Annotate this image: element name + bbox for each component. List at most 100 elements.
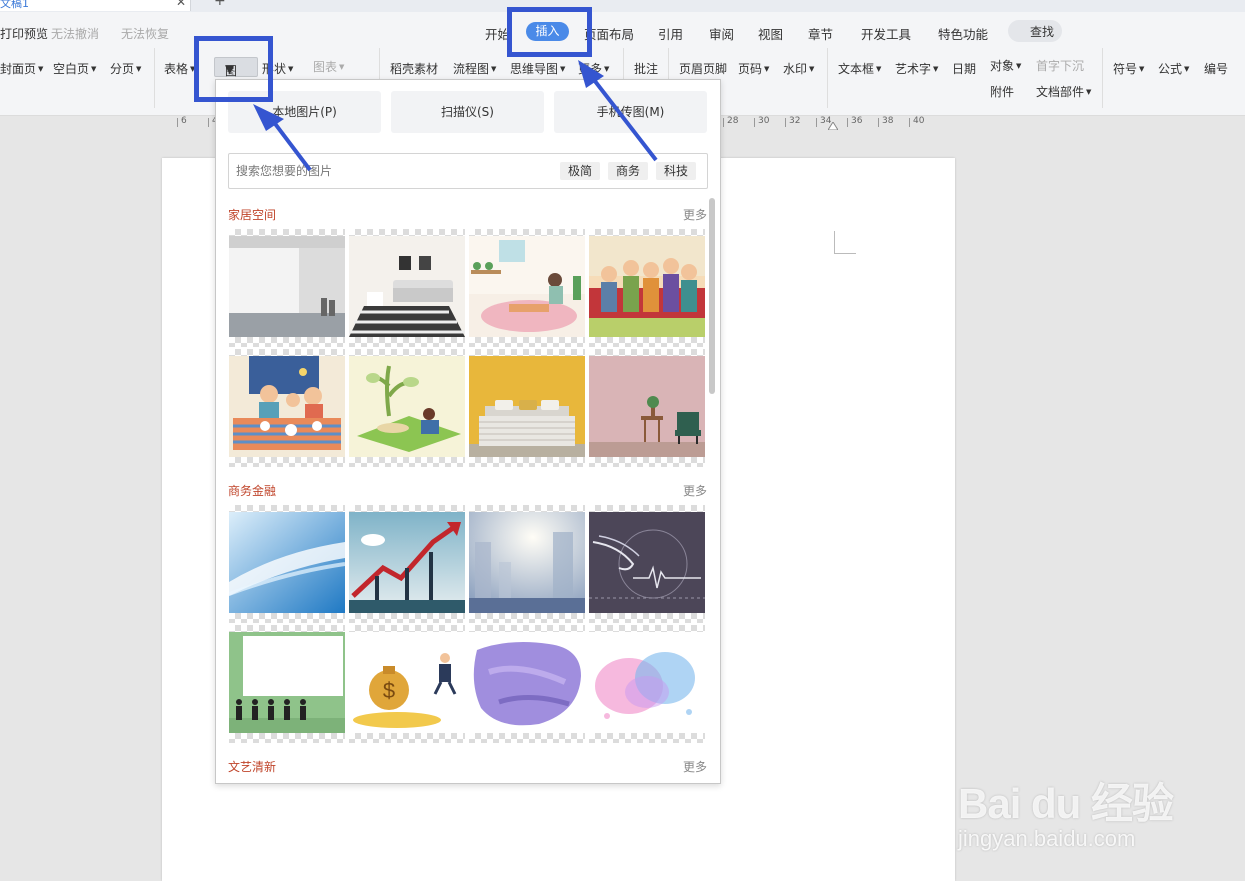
more-button[interactable]: 更多 ▼: [578, 60, 609, 77]
room-image: [349, 356, 465, 457]
indent-marker-icon[interactable]: [828, 122, 838, 130]
wordart-button[interactable]: 艺术字 ▼: [895, 60, 938, 77]
thumb-cartoon-family-dinner[interactable]: [229, 349, 345, 467]
mindmap-label: 思维导图: [510, 62, 559, 76]
section-more-link[interactable]: 更多: [683, 758, 707, 775]
thumb-meeting-board-silhouettes[interactable]: [229, 625, 345, 743]
thumb-blue-light-wave[interactable]: [229, 505, 345, 623]
business-image: [589, 632, 705, 733]
object-button[interactable]: 对象 ▼: [990, 57, 1021, 74]
chip-minimal[interactable]: 极简: [560, 162, 601, 180]
search-command-button[interactable]: 查找: [1008, 20, 1062, 42]
thumb-cartoon-reading-room[interactable]: [469, 229, 585, 347]
insert-tab-highlight: [507, 7, 592, 57]
page-number-label: 页码: [738, 62, 763, 76]
thumb-pink-wall-chair[interactable]: [589, 349, 705, 467]
ribbon-divider: [827, 48, 828, 108]
textbox-label: 文本框: [838, 62, 875, 76]
picture-search-box: 极简 商务 科技: [228, 153, 708, 189]
business-image: [469, 512, 585, 613]
attachment-button[interactable]: 附件: [990, 83, 1014, 100]
chevron-down-icon: ▼: [876, 65, 882, 73]
cover-page-button[interactable]: 封面页 ▼: [0, 60, 43, 77]
print-preview-button[interactable]: 打印预览: [0, 25, 48, 42]
blank-page-label: 空白页: [53, 62, 90, 76]
margin-corner-mark: [834, 253, 856, 254]
chip-business[interactable]: 商务: [608, 162, 649, 180]
chevron-down-icon: ▼: [288, 65, 294, 73]
tab-review[interactable]: 审阅: [709, 24, 734, 43]
business-image: [349, 512, 465, 613]
textbox-button[interactable]: 文本框 ▼: [838, 60, 881, 77]
picture-search-input[interactable]: [236, 162, 546, 180]
object-label: 对象: [990, 59, 1015, 73]
svg-text:$: $: [383, 678, 395, 703]
business-image: [229, 512, 345, 613]
ruler-mark: 38: [882, 116, 894, 126]
date-button[interactable]: 日期: [952, 60, 976, 77]
room-image: [589, 236, 705, 337]
thumb-empty-white-room[interactable]: [229, 229, 345, 347]
thumb-money-bag-businessman[interactable]: $: [349, 625, 465, 743]
thumb-purple-watercolor[interactable]: [469, 625, 585, 743]
tab-view[interactable]: 视图: [758, 24, 783, 43]
thumb-yellow-wall-bedroom[interactable]: [469, 349, 585, 467]
symbol-button[interactable]: 符号 ▼: [1113, 60, 1144, 77]
thumb-living-room-sofa[interactable]: [349, 229, 465, 347]
section-title-home-space: 家居空间: [228, 208, 277, 222]
document-tab-label: 文稿1: [0, 0, 29, 10]
chart-label: 图表: [313, 60, 338, 74]
thumb-cartoon-picnic-reading[interactable]: [349, 349, 465, 467]
chip-technology[interactable]: 科技: [656, 162, 697, 180]
chevron-down-icon: ▼: [604, 65, 610, 73]
flowchart-label: 流程图: [453, 62, 490, 76]
section-more-link[interactable]: 更多: [683, 206, 707, 223]
numbering-button[interactable]: 编号: [1204, 60, 1228, 77]
section-more-link[interactable]: 更多: [683, 482, 707, 499]
thumb-cartoon-family-portrait[interactable]: [589, 229, 705, 347]
phone-transfer-button[interactable]: 手机传图(M): [554, 91, 707, 133]
redo-button[interactable]: 无法恢复: [121, 25, 169, 42]
formula-button[interactable]: 公式 ▼: [1158, 60, 1189, 77]
thumb-growth-arrow-chart[interactable]: [349, 505, 465, 623]
picture-button-highlight: [194, 36, 273, 102]
watermark-button[interactable]: 水印 ▼: [783, 60, 814, 77]
chevron-down-icon: ▼: [1016, 62, 1022, 70]
panel-scrollbar-thumb[interactable]: [709, 198, 715, 394]
chart-button[interactable]: 图表 ▼: [313, 58, 344, 75]
ruler-mark: 32: [789, 116, 801, 126]
blank-page-button[interactable]: 空白页 ▼: [53, 60, 96, 77]
chevron-down-icon: ▼: [339, 63, 345, 71]
chevron-down-icon: ▼: [764, 65, 770, 73]
flowchart-button[interactable]: 流程图 ▼: [453, 60, 496, 77]
undo-button[interactable]: 无法撤消: [51, 25, 99, 42]
page-break-label: 分页: [110, 62, 135, 76]
thumb-pink-blue-watercolor[interactable]: [589, 625, 705, 743]
chevron-down-icon: ▼: [38, 65, 44, 73]
close-tab-icon[interactable]: ✕: [176, 0, 186, 9]
drop-cap-button[interactable]: 首字下沉: [1036, 57, 1084, 74]
tab-developer[interactable]: 开发工具: [861, 24, 911, 43]
thumb-city-light-buildings[interactable]: [469, 505, 585, 623]
comment-button[interactable]: 批注: [634, 60, 658, 77]
tab-references[interactable]: 引用: [658, 24, 683, 43]
tab-section[interactable]: 章节: [808, 24, 833, 43]
page-number-button[interactable]: 页码 ▼: [738, 60, 769, 77]
doc-parts-button[interactable]: 文档部件 ▼: [1036, 83, 1091, 100]
room-image: [469, 356, 585, 457]
header-footer-button[interactable]: 页眉页脚: [679, 60, 727, 77]
tab-special-features[interactable]: 特色功能: [938, 24, 988, 43]
page-break-button[interactable]: 分页 ▼: [110, 60, 141, 77]
new-tab-icon[interactable]: +: [214, 0, 226, 8]
room-image: [589, 356, 705, 457]
chevron-down-icon: ▼: [1086, 88, 1092, 96]
docer-material-button[interactable]: 稻壳素材: [390, 60, 438, 77]
chevron-down-icon: ▼: [91, 65, 97, 73]
scanner-button[interactable]: 扫描仪(S): [391, 91, 544, 133]
room-image: [349, 236, 465, 337]
mindmap-button[interactable]: 思维导图 ▼: [510, 60, 565, 77]
symbol-label: 符号: [1113, 62, 1138, 76]
table-button[interactable]: 表格 ▼: [164, 60, 195, 77]
thumb-tech-hand-wave[interactable]: [589, 505, 705, 623]
chevron-down-icon: ▼: [1139, 65, 1145, 73]
